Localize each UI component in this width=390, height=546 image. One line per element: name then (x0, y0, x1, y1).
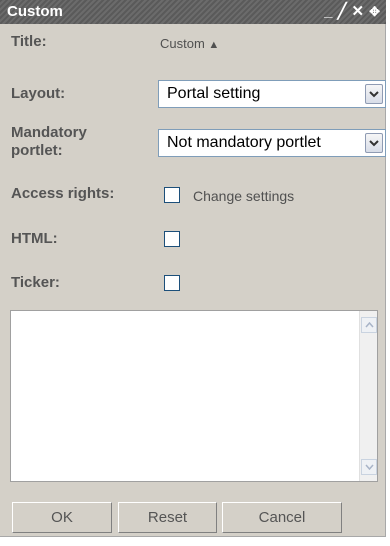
access-rights-label: Access rights: (11, 185, 115, 202)
change-settings-label[interactable]: Change settings (193, 188, 294, 204)
cancel-button[interactable]: Cancel (222, 502, 342, 533)
html-label: HTML: (11, 230, 58, 247)
scroll-up-icon[interactable] (361, 317, 377, 333)
html-checkbox[interactable] (164, 231, 180, 247)
ticker-label: Ticker: (11, 274, 60, 291)
layout-label: Layout: (11, 85, 66, 102)
reset-button[interactable]: Reset (118, 502, 217, 533)
mandatory-portlet-label: Mandatory portlet: (11, 124, 87, 160)
scroll-down-icon[interactable] (361, 459, 377, 475)
textarea-scrollbar[interactable] (359, 311, 377, 481)
move-icon[interactable]: ✥ (369, 0, 380, 24)
layout-select[interactable]: Portal setting (158, 80, 386, 108)
edit-icon[interactable]: ╱ (337, 0, 346, 24)
mandatory-select-value: Not mandatory portlet (167, 134, 321, 151)
window-title: Custom (7, 3, 63, 20)
minimize-icon[interactable]: _ (324, 0, 332, 24)
sort-icon: ▲︎ (208, 39, 220, 51)
chevron-down-icon[interactable] (365, 84, 383, 104)
title-value-text: Custom (160, 36, 205, 51)
content-textarea[interactable] (10, 310, 378, 482)
ok-button[interactable]: OK (12, 502, 112, 533)
layout-select-value: Portal setting (167, 85, 261, 102)
titlebar-icons: _ ╱ ✕ ✥ (324, 0, 380, 24)
title-label: Title: (11, 33, 47, 50)
mandatory-label-line2: portlet: (11, 142, 63, 159)
access-rights-checkbox[interactable] (164, 187, 180, 203)
title-value[interactable]: Custom ▲︎ (160, 36, 219, 51)
custom-portlet-window: Custom _ ╱ ✕ ✥ Title: Custom ▲︎ Layout: … (0, 0, 386, 537)
close-icon[interactable]: ✕ (352, 0, 365, 24)
chevron-down-icon[interactable] (365, 133, 383, 153)
mandatory-label-line1: Mandatory (11, 124, 87, 141)
window-titlebar[interactable]: Custom _ ╱ ✕ ✥ (0, 0, 386, 24)
ticker-checkbox[interactable] (164, 275, 180, 291)
mandatory-portlet-select[interactable]: Not mandatory portlet (158, 129, 386, 157)
